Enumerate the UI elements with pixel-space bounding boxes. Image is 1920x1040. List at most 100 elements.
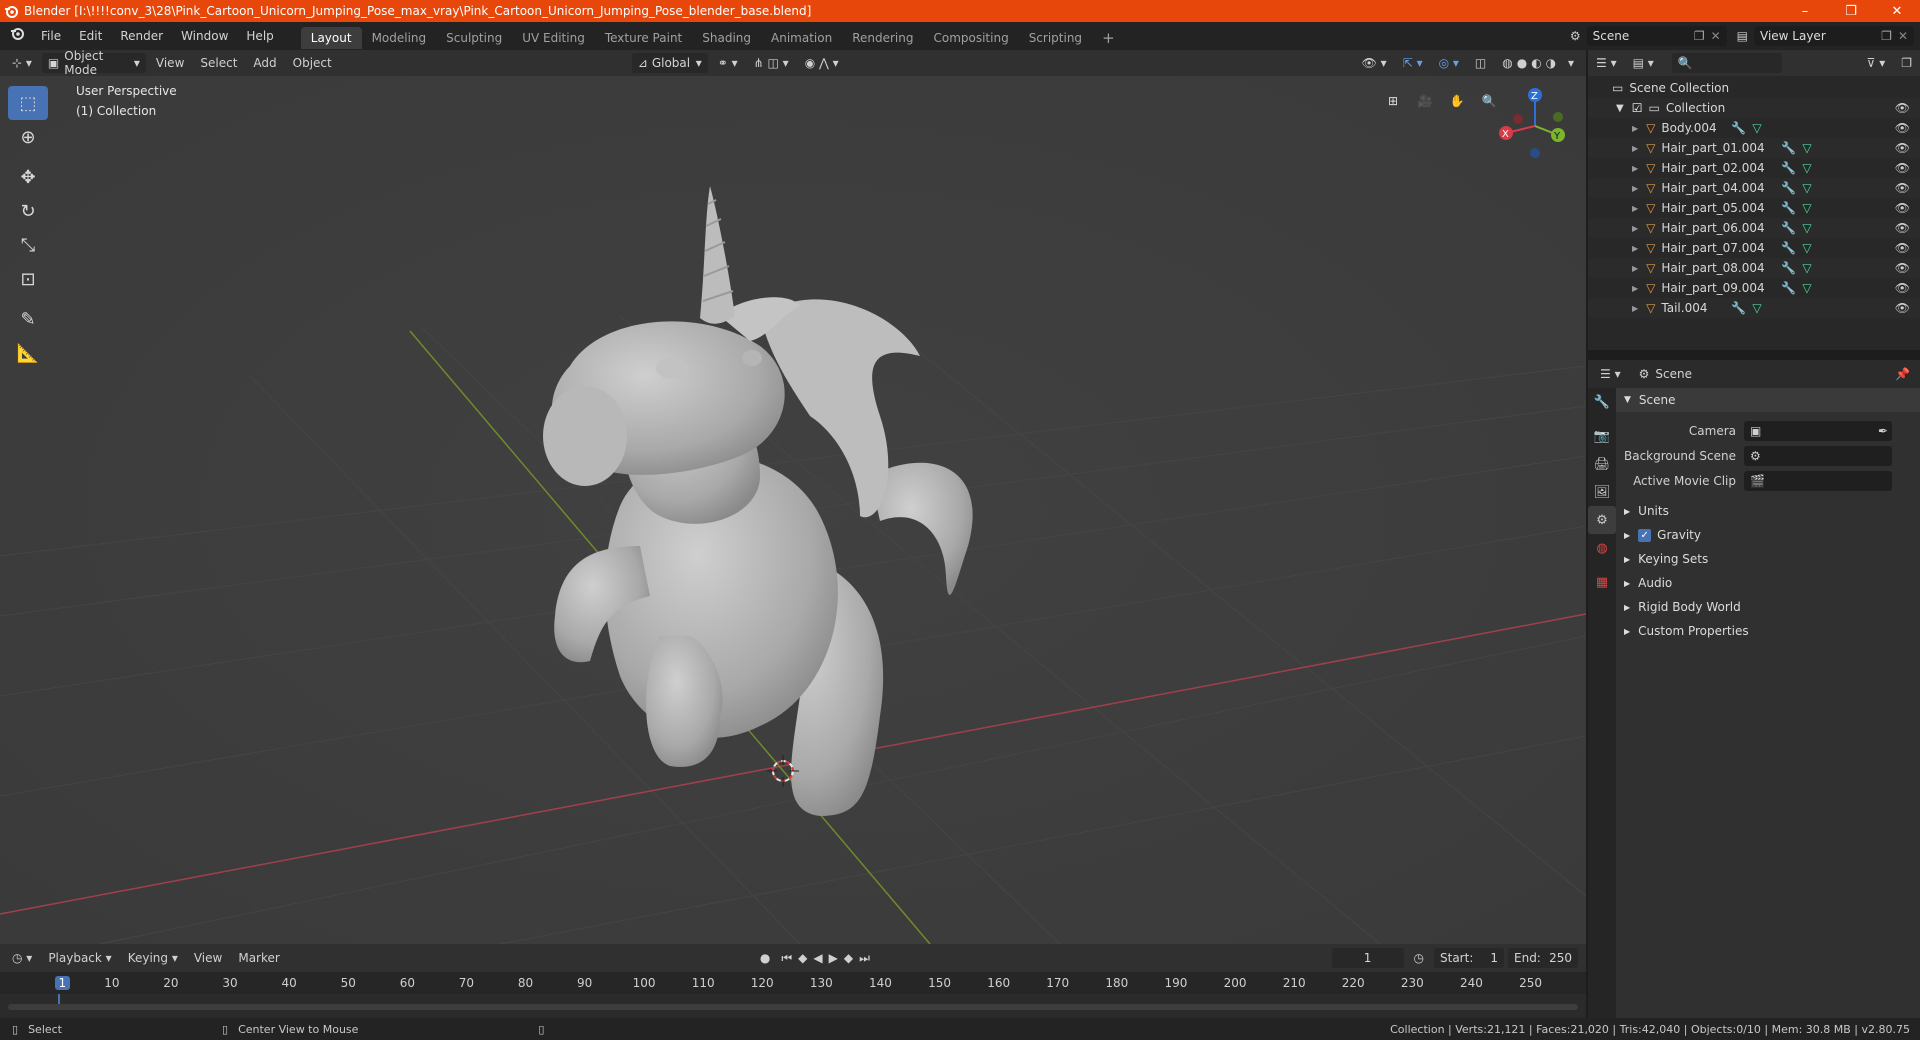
outliner-editor-type-icon[interactable]: ☰ ▾ [1588,53,1625,73]
start-frame-field[interactable]: Start: 1 [1434,948,1504,968]
mesh-data-icon[interactable]: ▽ [1802,181,1811,195]
measure-tool-icon[interactable]: 📐 [8,336,48,370]
expand-icon[interactable]: ▶ [1632,204,1638,213]
clock-icon[interactable]: ◷ [1406,948,1432,968]
timeline-scrollbar[interactable] [8,1004,1578,1010]
expand-icon[interactable]: ▶ [1632,244,1638,253]
mesh-data-icon[interactable]: ▽ [1752,121,1761,135]
menu-keying[interactable]: Keying ▾ [120,948,186,968]
tab-compositing[interactable]: Compositing [923,27,1018,49]
menu-playback[interactable]: Playback ▾ [40,948,119,968]
scene-tab-icon[interactable]: ⚙ [1588,506,1616,534]
blender-menu-icon[interactable] [0,22,32,50]
properties-section-custom-properties[interactable]: ▶ Custom Properties [1616,619,1920,643]
checkbox-icon[interactable]: ☑ [1632,101,1643,115]
editor-type-icon[interactable]: ⊹ ▾ [0,53,40,73]
xray-icon[interactable]: ◫ [1467,53,1494,73]
mode-dropdown[interactable]: ▣ Object Mode ▾ [41,49,146,77]
play-icon[interactable]: ▶ [826,948,841,968]
gravity-checkbox[interactable]: ✓ [1638,528,1652,542]
delete-scene-icon[interactable]: ✕ [1711,29,1721,43]
eye-icon[interactable]: 👁 [1895,141,1910,155]
outliner-object-row[interactable]: ▶ ▽ Hair_part_01.004 🔧 ▽ 👁 [1588,138,1920,158]
eye-icon[interactable]: 👁 [1895,261,1910,275]
properties-section-rigid-body-world[interactable]: ▶ Rigid Body World [1616,595,1920,619]
eye-icon[interactable]: 👁 [1895,221,1910,235]
menu-add[interactable]: Add [245,53,284,73]
scene-panel-header[interactable]: ▼ Scene [1616,388,1920,412]
expand-icon[interactable]: ▶ [1632,184,1638,193]
props-editor-type-icon[interactable]: ☰ ▾ [1588,364,1629,384]
outliner-object-row[interactable]: ▶ ▽ Tail.004 🔧 ▽ 👁 [1588,298,1920,318]
menu-window[interactable]: Window [172,22,237,50]
eye-icon[interactable]: 👁 [1895,181,1910,195]
world-tab-icon[interactable]: ◍ [1588,534,1616,562]
mesh-data-icon[interactable]: ▽ [1752,301,1761,315]
display-mode-icon[interactable]: ▤ ▾ [1625,53,1662,73]
modifier-wrench-icon[interactable]: 🔧 [1781,221,1796,235]
prev-keyframe-icon[interactable]: ◆ [795,948,810,968]
delete-layer-icon[interactable]: ✕ [1898,29,1908,43]
output-tab-icon[interactable]: 🖨 [1588,450,1616,478]
overlay-toggle-icon[interactable]: ◎ ▾ [1431,53,1467,73]
menu-view[interactable]: View [148,53,192,73]
timeline-editor-type-icon[interactable]: ◷ ▾ [0,948,40,968]
expand-icon[interactable]: ▶ [1632,124,1638,133]
tool-tab-icon[interactable]: 🔧 [1588,388,1616,416]
eye-icon[interactable]: 👁 [1895,101,1910,115]
pan-hand-icon[interactable]: ✋ [1444,88,1470,114]
mesh-data-icon[interactable]: ▽ [1802,281,1811,295]
expand-icon[interactable]: ▶ [1632,264,1638,273]
eye-icon[interactable]: 👁 [1895,301,1910,315]
texture-tab-icon[interactable]: ▦ [1588,568,1616,596]
gizmo-toggle-icon[interactable]: ⇱ ▾ [1395,53,1431,73]
menu-timeline-view[interactable]: View [186,948,230,968]
play-reverse-icon[interactable]: ◀ [810,948,825,968]
current-frame-field[interactable]: 1 [1331,948,1404,968]
menu-file[interactable]: File [32,22,70,50]
view-layer-tab-icon[interactable]: 🖼 [1588,478,1616,506]
shading-modes-icon[interactable]: ◍●◐◑ ▾ [1494,53,1586,73]
eye-icon[interactable]: 👁 [1895,121,1910,135]
camera-view-icon[interactable]: 🎥 [1412,88,1438,114]
outliner-object-row[interactable]: ▶ ▽ Body.004 🔧 ▽ 👁 [1588,118,1920,138]
mesh-data-icon[interactable]: ▽ [1802,161,1811,175]
tab-rendering[interactable]: Rendering [842,27,923,49]
modifier-wrench-icon[interactable]: 🔧 [1781,281,1796,295]
modifier-wrench-icon[interactable]: 🔧 [1781,201,1796,215]
outliner-object-row[interactable]: ▶ ▽ Hair_part_09.004 🔧 ▽ 👁 [1588,278,1920,298]
eyedropper-icon[interactable]: ✒ [1878,424,1888,438]
modifier-wrench-icon[interactable]: 🔧 [1781,141,1796,155]
camera-field[interactable]: ▣ ✒ [1744,420,1892,441]
properties-section-gravity[interactable]: ▶ ✓ Gravity [1616,523,1920,547]
copy-icon[interactable]: ❐ [1694,29,1705,43]
scene-selector[interactable]: Scene ❐ ✕ [1586,26,1727,46]
tab-layout[interactable]: Layout [300,26,362,49]
expand-icon[interactable]: ▶ [1632,304,1638,313]
modifier-wrench-icon[interactable]: 🔧 [1781,161,1796,175]
mesh-data-icon[interactable]: ▽ [1802,201,1811,215]
transform-tool-icon[interactable]: ⊡ [8,262,48,296]
view-layer-selector[interactable]: View Layer ❐ ✕ [1754,26,1914,46]
outliner-search-input[interactable]: 🔍 [1671,53,1782,73]
tab-uv-editing[interactable]: UV Editing [512,27,595,49]
visibility-icon[interactable]: 👁 ▾ [1354,53,1395,73]
menu-help[interactable]: Help [237,22,282,50]
close-button[interactable]: ✕ [1874,0,1920,22]
outliner-collection[interactable]: ▼ ☑ ▭ Collection 👁 [1588,98,1920,118]
restore-button[interactable]: ❐ [1828,0,1874,22]
mesh-data-icon[interactable]: ▽ [1802,141,1811,155]
add-workspace-icon[interactable]: + [1092,27,1125,49]
outliner-scene-collection[interactable]: ▭ Scene Collection [1588,78,1920,98]
view-layer-icon[interactable]: ▤ [1737,29,1748,43]
new-collection-icon[interactable]: ❐ [1893,53,1920,73]
pivot-icon[interactable]: ⚭ ▾ [710,53,746,73]
outliner-object-row[interactable]: ▶ ▽ Hair_part_05.004 🔧 ▽ 👁 [1588,198,1920,218]
properties-section-audio[interactable]: ▶ Audio [1616,571,1920,595]
minimize-button[interactable]: – [1782,0,1828,22]
background-scene-field[interactable]: ⚙ [1744,445,1892,466]
copy-layer-icon[interactable]: ❐ [1881,29,1892,43]
expand-icon[interactable]: ▶ [1632,224,1638,233]
axis-gizmo[interactable]: Z X Y [1490,81,1580,171]
tab-animation[interactable]: Animation [761,27,842,49]
